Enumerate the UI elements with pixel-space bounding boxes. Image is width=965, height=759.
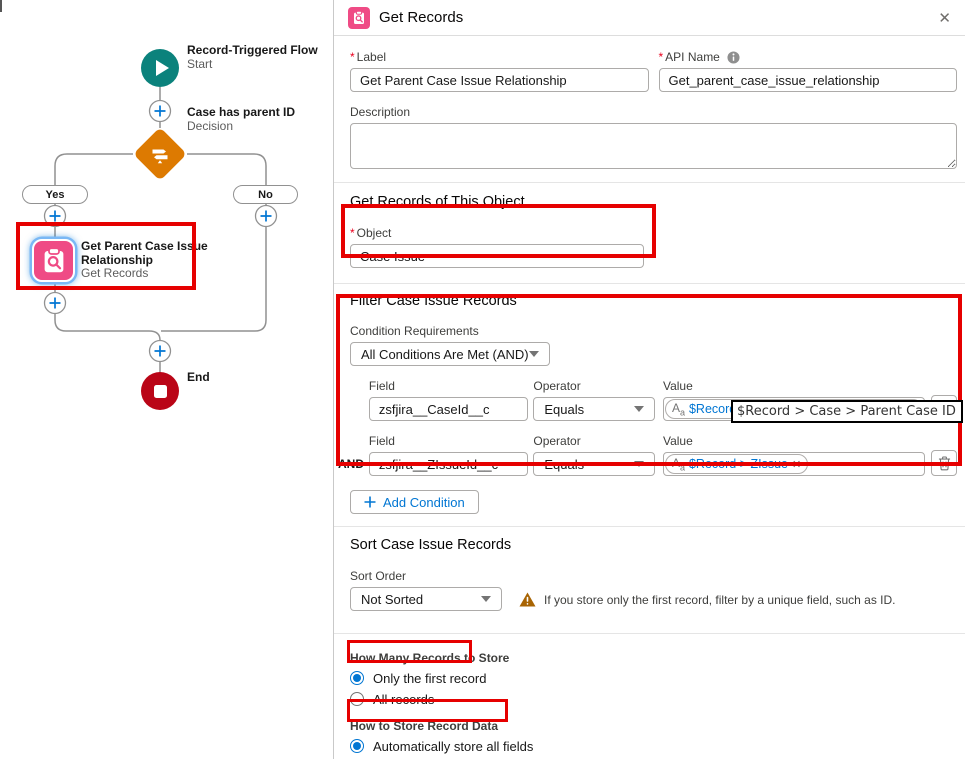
radio-option-label: Automatically store all fields — [373, 739, 533, 754]
plus-icon — [364, 496, 376, 508]
clipboard-search-icon — [39, 246, 69, 276]
add-element-button[interactable] — [45, 206, 66, 227]
chevron-down-icon — [634, 461, 644, 467]
chevron-down-icon — [481, 596, 491, 602]
label-input[interactable] — [350, 68, 649, 92]
end-node-label: End — [187, 371, 210, 385]
clipboard-search-icon — [351, 10, 367, 26]
object-field-group: *Object — [350, 226, 644, 268]
section-divider — [334, 182, 965, 183]
object-field-label: Object — [357, 226, 392, 240]
add-element-button[interactable] — [150, 101, 171, 122]
required-marker: * — [350, 50, 355, 64]
description-label: Description — [350, 105, 957, 119]
description-textarea[interactable] — [350, 123, 957, 169]
start-node[interactable] — [141, 49, 179, 87]
sort-order-group: Sort Order Not Sorted If you store only … — [350, 569, 957, 611]
section-divider — [334, 283, 965, 284]
remove-value-icon[interactable]: ✕ — [792, 458, 801, 471]
radio-option[interactable]: Automatically store all fields — [350, 738, 957, 754]
add-element-button[interactable] — [256, 206, 277, 227]
value-pill-text: $Record > ZIssue — [689, 457, 788, 471]
how-many-records-label: How Many Records to Store — [350, 651, 957, 665]
add-element-button[interactable] — [150, 341, 171, 362]
condition-requirements-select[interactable]: All Conditions Are Met (AND) — [350, 342, 550, 366]
sort-order-label: Sort Order — [350, 569, 502, 583]
condition-requirements-value: All Conditions Are Met (AND) — [361, 347, 529, 362]
add-condition-button[interactable]: Add Condition — [350, 490, 479, 514]
close-icon[interactable]: ✕ — [938, 9, 951, 27]
stop-icon — [154, 385, 167, 398]
chevron-down-icon — [634, 406, 644, 412]
condition-operator-select[interactable]: Equals — [533, 452, 655, 476]
play-icon — [156, 60, 169, 76]
value-column-label: Value — [663, 434, 925, 448]
get-records-node-selected[interactable] — [32, 239, 75, 282]
condition-operator-select[interactable]: Equals — [533, 397, 655, 421]
add-element-button[interactable] — [45, 293, 66, 314]
field-column-label: Field — [369, 379, 528, 393]
api-name-field-label: API Name — [665, 50, 720, 64]
panel-body: *Label *API Name Description Get Records… — [334, 36, 965, 759]
object-section-heading: Get Records of This Object — [350, 194, 957, 210]
sort-order-select[interactable]: Not Sorted — [350, 587, 502, 611]
condition-field-input[interactable] — [369, 452, 528, 476]
delete-condition-button[interactable] — [931, 450, 957, 476]
section-divider — [334, 526, 965, 527]
radio-option[interactable]: All records — [350, 691, 957, 707]
decision-signpost-icon — [148, 142, 172, 166]
chevron-down-icon — [529, 351, 539, 357]
operator-column-label: Operator — [533, 434, 655, 448]
flow-canvas[interactable]: Record-Triggered Flow Start Case has par… — [0, 0, 333, 759]
get-records-node-label: Get Parent Case Issue Relationship Get R… — [81, 240, 208, 281]
field-column-label: Field — [369, 434, 528, 448]
sort-section-heading: Sort Case Issue Records — [350, 537, 957, 553]
get-records-config-panel: Get Records ✕ *Label *API Name Desc — [333, 0, 965, 759]
required-marker: * — [350, 226, 355, 240]
condition-field-input[interactable] — [369, 397, 528, 421]
label-field-label: Label — [357, 50, 386, 64]
trash-icon — [938, 456, 951, 471]
required-marker: * — [659, 50, 664, 64]
section-divider — [334, 633, 965, 634]
api-name-input[interactable] — [659, 68, 958, 92]
operator-column-label: Operator — [533, 379, 655, 393]
object-input[interactable] — [350, 244, 644, 268]
start-node-label: Record-Triggered Flow Start — [187, 44, 318, 71]
panel-header: Get Records ✕ — [334, 0, 965, 36]
and-connector-label: AND — [338, 457, 369, 476]
sort-warning: If you store only the first record, filt… — [519, 592, 896, 607]
radio-option-label: All records — [373, 692, 434, 707]
sort-warning-text: If you store only the first record, filt… — [544, 593, 896, 607]
condition-rows: Field Operator Equals Value Aa $Re — [338, 379, 957, 476]
condition-requirements-label: Condition Requirements — [350, 324, 550, 338]
info-icon[interactable] — [727, 51, 740, 64]
radio-option-label: Only the first record — [373, 671, 486, 686]
radio-selected-icon[interactable] — [350, 739, 364, 753]
description-field-group: Description — [350, 105, 957, 174]
filter-section-heading: Filter Case Issue Records — [350, 293, 957, 309]
radio-option[interactable]: Only the first record — [350, 670, 957, 686]
text-type-icon: Aa — [672, 401, 685, 417]
label-field-group: *Label — [350, 50, 649, 92]
api-name-field-group: *API Name — [659, 50, 958, 92]
branch-label-yes[interactable]: Yes — [22, 185, 88, 204]
value-column-label: Value — [663, 379, 925, 393]
decision-node-label: Case has parent ID Decision — [187, 106, 295, 133]
warning-icon — [519, 592, 536, 607]
condition-value-input[interactable]: Aa $Record > ZIssue ✕ — [663, 452, 925, 476]
panel-title: Get Records — [379, 9, 463, 26]
value-pill[interactable]: Aa $Record > ZIssue ✕ — [665, 454, 808, 474]
text-type-icon: Aa — [672, 456, 685, 472]
radio-unselected-icon[interactable] — [350, 692, 364, 706]
condition-row: AND Field Operator Equals Value — [338, 434, 957, 476]
condition-requirements-group: Condition Requirements All Conditions Ar… — [350, 324, 550, 366]
value-tooltip: $Record > Case > Parent Case ID — [731, 400, 963, 423]
end-node[interactable] — [141, 372, 179, 410]
how-to-store-label: How to Store Record Data — [350, 719, 957, 733]
get-records-panel-icon — [348, 7, 370, 29]
branch-label-no[interactable]: No — [233, 185, 298, 204]
radio-selected-icon[interactable] — [350, 671, 364, 685]
